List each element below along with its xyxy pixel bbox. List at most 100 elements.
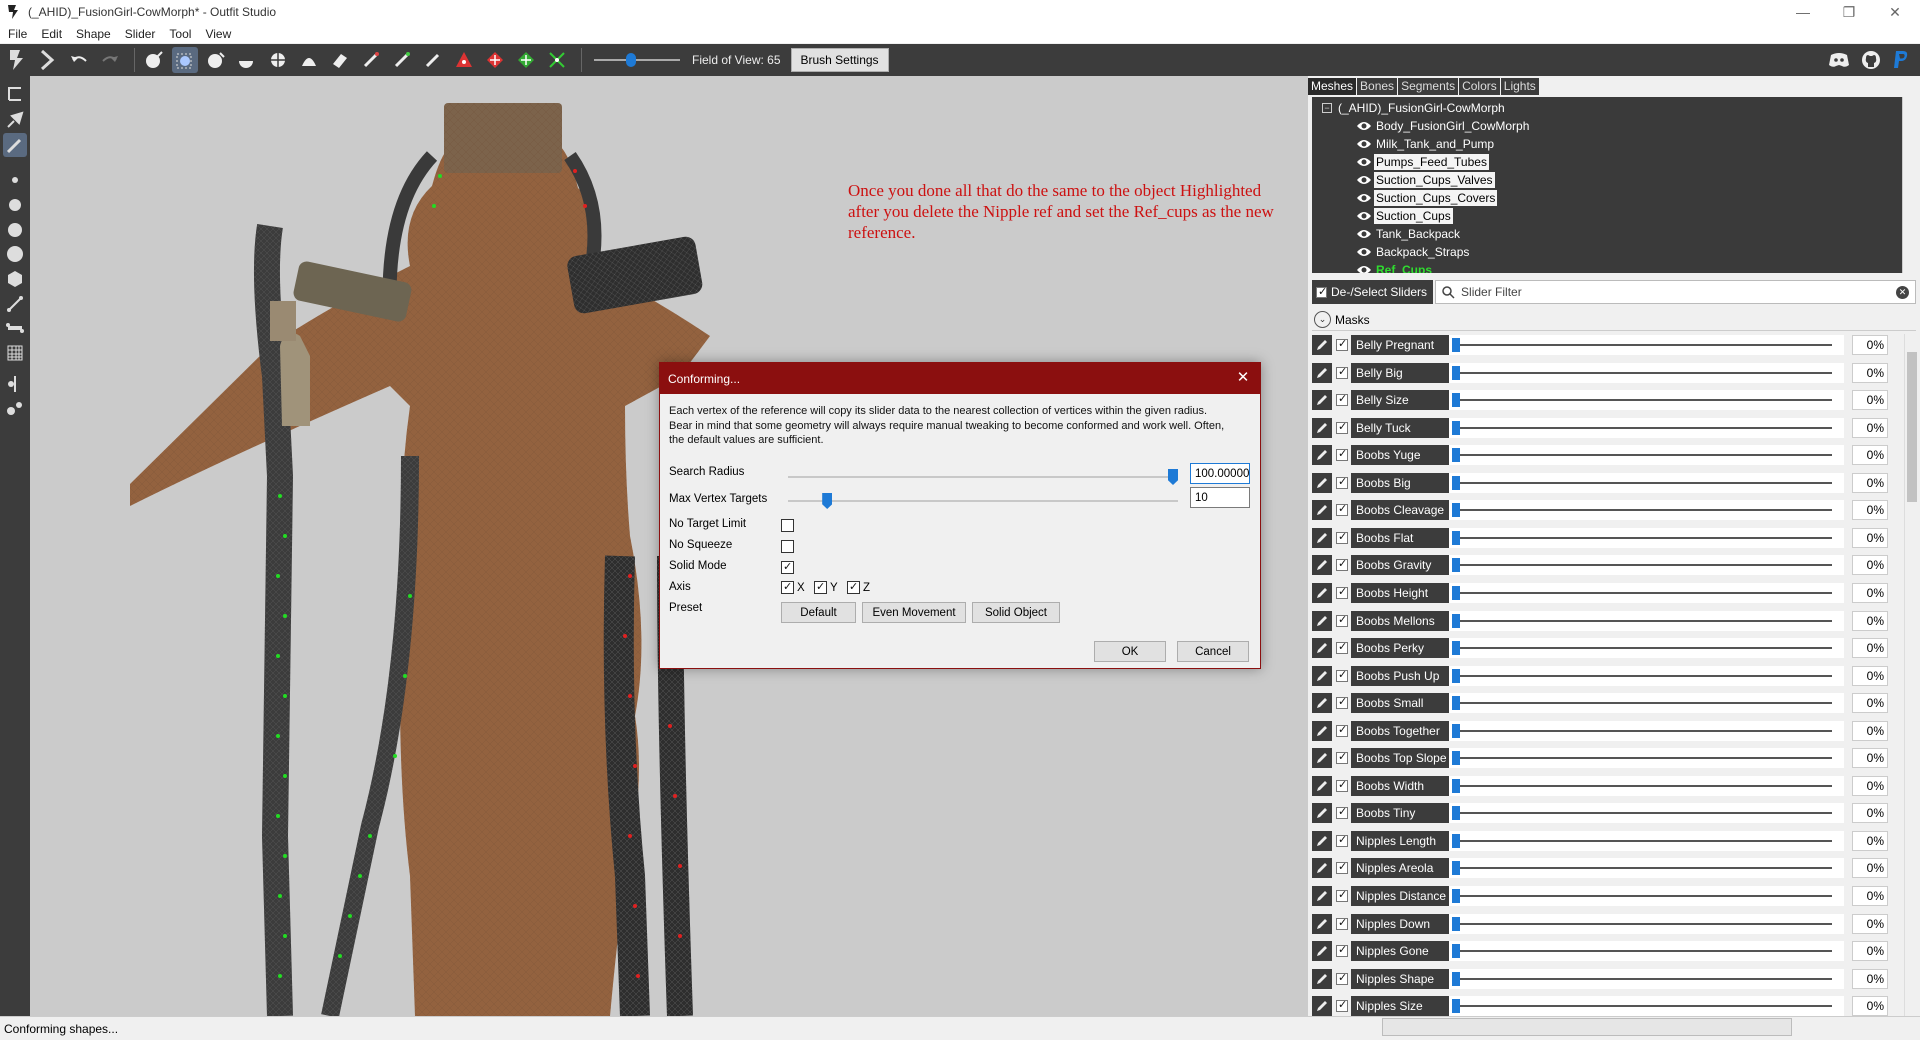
edit-slider-button[interactable]: [1312, 500, 1332, 521]
undo-icon[interactable]: [66, 47, 92, 73]
slider-thumb[interactable]: [1452, 971, 1460, 986]
slider-control[interactable]: [1449, 886, 1844, 906]
masks-row[interactable]: ⌄ Masks: [1312, 309, 1916, 331]
slider-value[interactable]: 0%: [1852, 996, 1888, 1016]
slider-control[interactable]: [1449, 803, 1844, 824]
menu-slider[interactable]: Slider: [125, 27, 156, 41]
edit-slider-button[interactable]: [1312, 803, 1332, 824]
visibility-eye-icon[interactable]: [1356, 120, 1372, 132]
slider-value[interactable]: 0%: [1852, 527, 1888, 548]
slider-control[interactable]: [1449, 913, 1844, 934]
slider-value[interactable]: 0%: [1852, 390, 1888, 411]
visibility-eye-icon[interactable]: [1356, 192, 1372, 204]
slider-thumb[interactable]: [1452, 668, 1460, 683]
slider-checkbox[interactable]: [1336, 585, 1348, 599]
slider-checkbox[interactable]: [1336, 392, 1348, 407]
mesh-row[interactable]: Ref_Cups: [1356, 261, 1434, 273]
fov-slider-thumb[interactable]: [625, 53, 636, 67]
slider-control[interactable]: [1449, 638, 1844, 659]
slider-control[interactable]: [1449, 500, 1844, 521]
menu-shape[interactable]: Shape: [76, 27, 111, 41]
slider-thumb[interactable]: [1452, 944, 1460, 959]
slider-checkbox[interactable]: [1336, 971, 1348, 985]
bone-icon[interactable]: [3, 316, 27, 340]
edit-slider-button[interactable]: [1312, 527, 1332, 548]
slider-value[interactable]: 0%: [1852, 720, 1888, 741]
slider-checkbox[interactable]: [1336, 365, 1348, 379]
select-icon[interactable]: [4, 47, 30, 73]
slider-checkbox[interactable]: [1336, 337, 1348, 351]
slider-checkbox[interactable]: [1336, 888, 1348, 902]
slider-control[interactable]: [1449, 830, 1844, 851]
no-squeeze-checkbox[interactable]: [781, 540, 794, 553]
slider-value[interactable]: 0%: [1852, 830, 1888, 851]
visibility-eye-icon[interactable]: [1356, 246, 1372, 258]
slider-control[interactable]: [1449, 362, 1844, 383]
slider-control[interactable]: [1449, 858, 1844, 879]
slider-checkbox[interactable]: [1336, 916, 1348, 930]
slider-value[interactable]: 0%: [1852, 362, 1888, 383]
slider-thumb[interactable]: [1452, 365, 1460, 380]
slider-value[interactable]: 0%: [1852, 913, 1888, 934]
slider-list-scrollbar[interactable]: [1904, 334, 1918, 1016]
slider-checkbox[interactable]: [1336, 750, 1348, 765]
slider-thumb[interactable]: [1452, 475, 1460, 490]
axis-y-checkbox[interactable]: [814, 580, 827, 594]
mesh-row[interactable]: Backpack_Straps: [1356, 243, 1471, 261]
slider-control[interactable]: [1449, 968, 1844, 989]
slider-value[interactable]: 0%: [1852, 858, 1888, 879]
transform-icon[interactable]: [3, 82, 27, 106]
sphere-icon[interactable]: [3, 242, 27, 266]
cancel-button[interactable]: Cancel: [1177, 641, 1249, 662]
center-icon[interactable]: [513, 47, 539, 73]
redo-icon[interactable]: [97, 47, 123, 73]
visibility-eye-icon[interactable]: [1356, 264, 1372, 273]
slider-checkbox[interactable]: [1336, 420, 1348, 434]
slider-checkbox[interactable]: [1336, 613, 1348, 627]
preset-even-movement-button[interactable]: Even Movement: [862, 602, 966, 623]
slider-value[interactable]: 0%: [1852, 693, 1888, 714]
solid-mode-checkbox[interactable]: [781, 560, 794, 574]
fov-slider[interactable]: [594, 50, 680, 70]
slider-checkbox[interactable]: [1336, 502, 1348, 517]
slider-thumb[interactable]: [1452, 889, 1460, 903]
tab-lights[interactable]: Lights: [1500, 78, 1539, 95]
slider-thumb[interactable]: [1452, 338, 1460, 352]
slider-thumb[interactable]: [1452, 420, 1460, 435]
slider-thumb[interactable]: [1452, 723, 1460, 738]
slider-control[interactable]: [1449, 941, 1844, 962]
slider-checkbox[interactable]: [1336, 695, 1348, 710]
slider-thumb[interactable]: [1452, 393, 1460, 408]
vertex-icon[interactable]: [3, 292, 27, 316]
slider-checkbox[interactable]: [1336, 557, 1348, 572]
slider-control[interactable]: [1449, 582, 1844, 603]
slider-value[interactable]: 0%: [1852, 500, 1888, 521]
menu-view[interactable]: View: [205, 27, 231, 41]
mesh-row[interactable]: Body_FusionGirl_CowMorph: [1356, 117, 1531, 135]
weight-brush-icon[interactable]: [358, 47, 384, 73]
slider-value[interactable]: 0%: [1852, 472, 1888, 493]
edit-slider-button[interactable]: [1312, 858, 1332, 879]
ok-button[interactable]: OK: [1094, 641, 1166, 662]
max-vertex-targets-thumb[interactable]: [822, 493, 833, 509]
inflate-brush-icon[interactable]: [203, 47, 229, 73]
cube-icon[interactable]: [3, 267, 27, 291]
mesh-tree-scrollbar[interactable]: [1902, 97, 1916, 273]
axis-z-checkbox[interactable]: [847, 580, 860, 594]
edit-slider-button[interactable]: [1312, 775, 1332, 796]
slider-thumb[interactable]: [1452, 503, 1460, 518]
anchor-icon[interactable]: [482, 47, 508, 73]
slider-control[interactable]: [1449, 445, 1844, 466]
weights-icon[interactable]: [3, 396, 27, 420]
slider-thumb[interactable]: [1452, 751, 1460, 766]
slider-thumb[interactable]: [1452, 916, 1460, 931]
slider-checkbox[interactable]: [1336, 805, 1348, 820]
standard-brush-icon[interactable]: [141, 47, 167, 73]
slider-control[interactable]: [1449, 390, 1844, 411]
color-brush-icon[interactable]: [389, 47, 415, 73]
slider-thumb[interactable]: [1452, 696, 1460, 711]
github-icon[interactable]: [1858, 48, 1884, 72]
slider-thumb[interactable]: [1452, 613, 1460, 628]
brush-icon[interactable]: [3, 133, 27, 157]
mesh-row[interactable]: Milk_Tank_and_Pump: [1356, 135, 1496, 153]
